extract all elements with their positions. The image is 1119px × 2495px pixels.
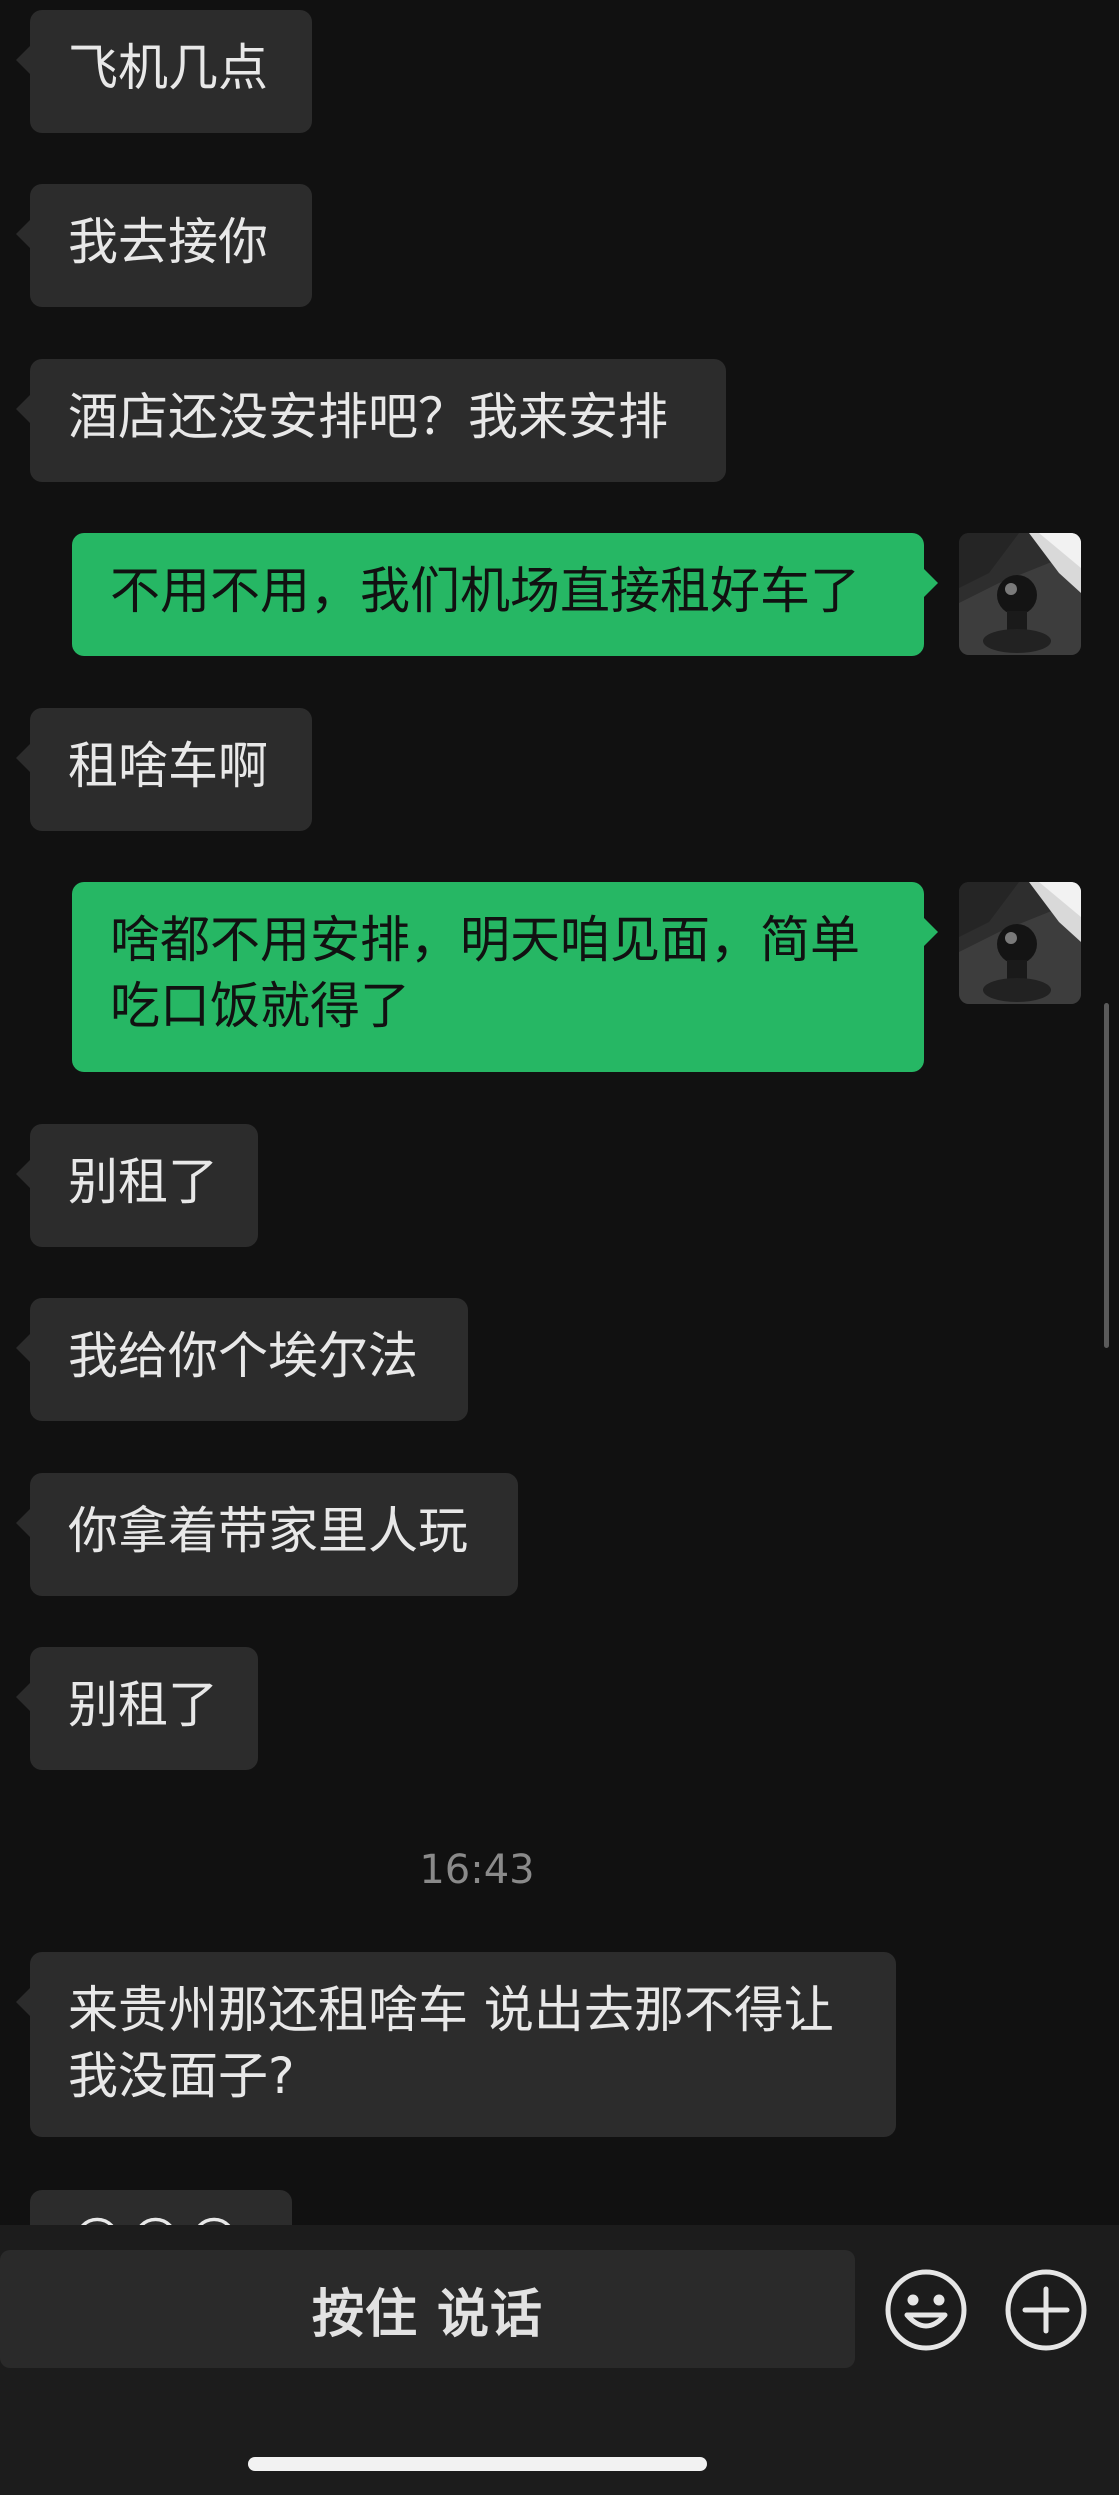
message-incoming[interactable]: 来贵州那还租啥车 说出去那不得让 我没面子? <box>16 1952 896 2137</box>
message-incoming[interactable]: 别租了 <box>16 1647 258 1770</box>
message-incoming[interactable]: 别租了 <box>16 1124 258 1247</box>
more-options-button[interactable] <box>1003 2267 1089 2353</box>
hold-to-talk-button[interactable]: 按住 说话 <box>0 2250 855 2368</box>
plus-icon <box>1005 2269 1087 2351</box>
message-incoming[interactable]: 我去接你 <box>16 184 312 307</box>
chat-message-list[interactable]: 飞机几点 我去接你 酒店还没安排吧？我来安排 不用不用，我们机场直接租好车了 租… <box>0 0 1119 2225</box>
my-avatar[interactable] <box>959 533 1081 655</box>
message-incoming[interactable]: 飞机几点 <box>16 10 312 133</box>
home-indicator <box>248 2457 707 2471</box>
my-avatar[interactable] <box>959 882 1081 1004</box>
message-incoming[interactable]: 😂😂😂 <box>30 2190 292 2225</box>
chat-scrollbar[interactable] <box>1104 1003 1109 1348</box>
emoji-icon <box>885 2269 967 2351</box>
gear-shift-avatar-image <box>959 533 1081 655</box>
message-incoming[interactable]: 酒店还没安排吧？我来安排 <box>16 359 726 482</box>
message-outgoing[interactable]: 啥都不用安排，明天咱见面，简单 吃口饭就得了 <box>72 882 938 1072</box>
message-timestamp: 16:43 <box>419 1847 535 1893</box>
message-outgoing[interactable]: 不用不用，我们机场直接租好车了 <box>72 533 938 656</box>
message-incoming[interactable]: 我给你个埃尔法 <box>16 1298 468 1421</box>
emoji-button[interactable] <box>883 2267 969 2353</box>
message-incoming[interactable]: 你拿着带家里人玩 <box>16 1473 518 1596</box>
gear-shift-avatar-image <box>959 882 1081 1004</box>
message-incoming[interactable]: 租啥车啊 <box>16 708 312 831</box>
chat-input-bar: 按住 说话 <box>0 2225 1119 2495</box>
